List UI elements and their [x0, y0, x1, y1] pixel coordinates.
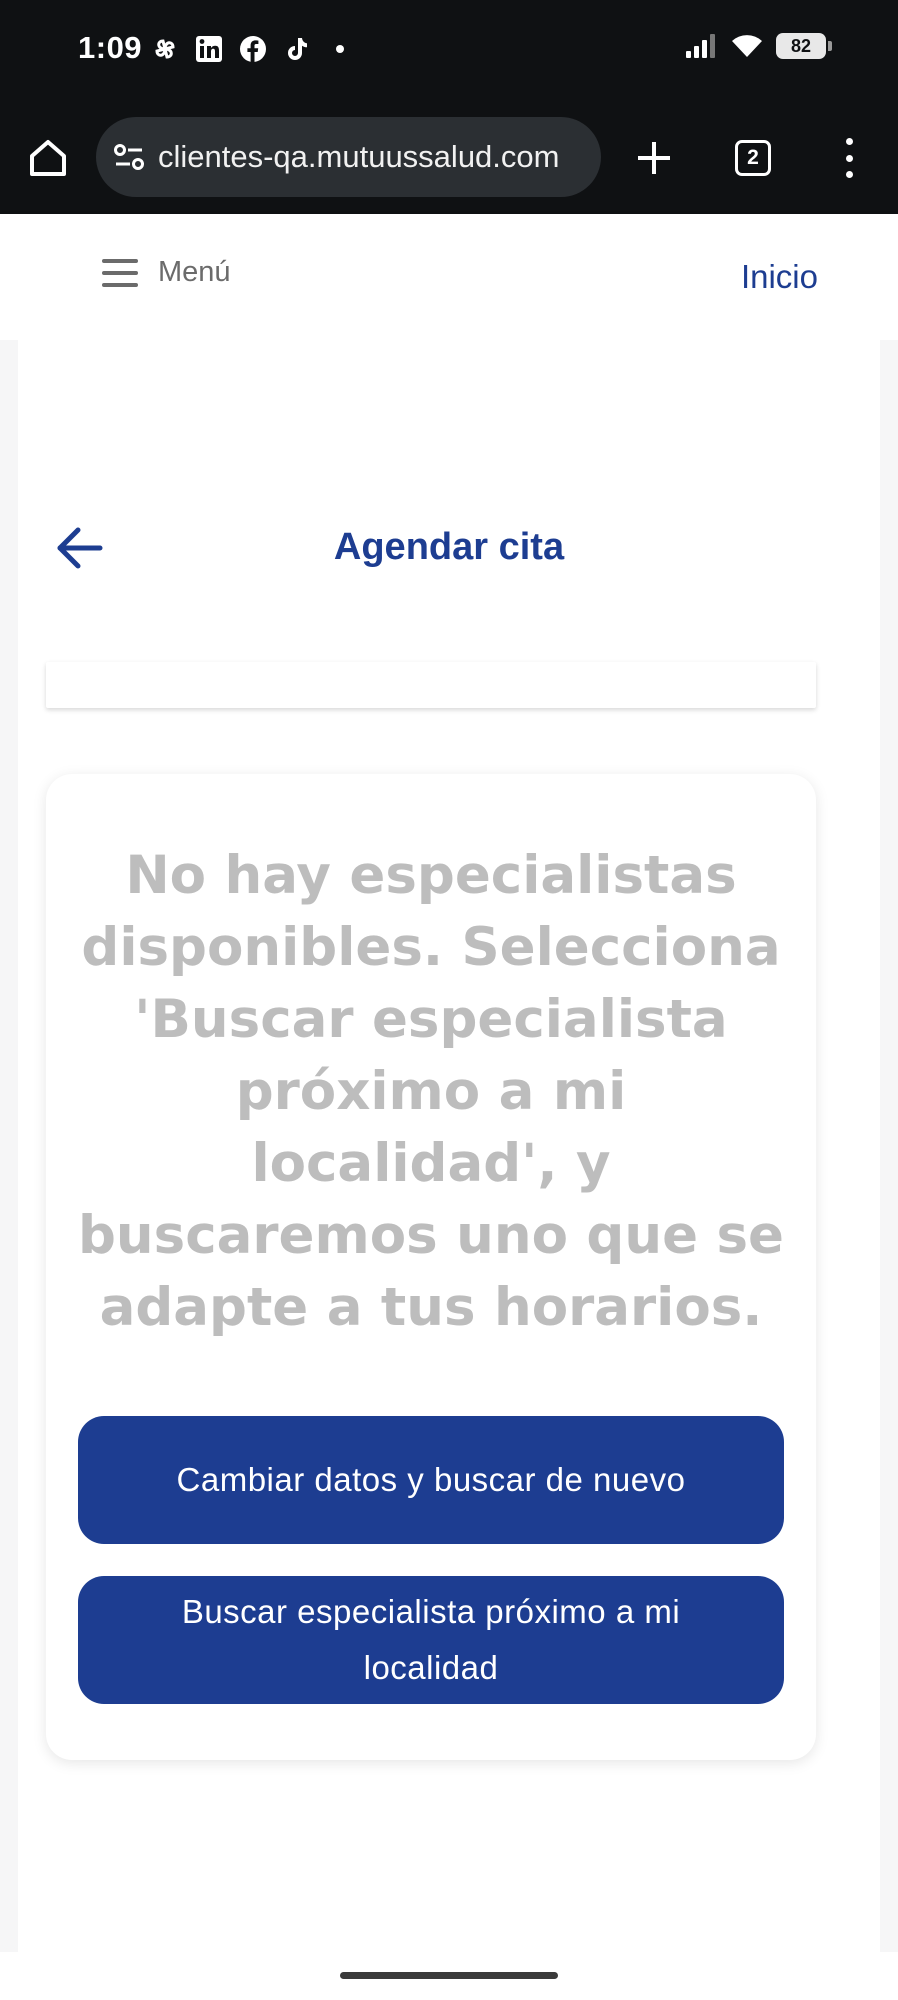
- site-settings-icon[interactable]: [112, 141, 146, 173]
- home-icon[interactable]: [26, 136, 70, 180]
- search-nearby-specialist-button[interactable]: Buscar especialista próximo a mi localid…: [78, 1576, 784, 1704]
- facebook-icon: [238, 34, 268, 64]
- form-section-bar: [46, 662, 816, 708]
- new-tab-icon[interactable]: [634, 138, 674, 178]
- no-results-card: No hay especialistas disponibles. Selecc…: [46, 774, 816, 1760]
- notification-icons: [150, 34, 344, 64]
- battery-indicator: 82: [776, 33, 832, 59]
- status-bar: 1:09 82: [0, 0, 898, 100]
- tiktok-icon: [282, 34, 312, 64]
- url-text: clientes-qa.mutuussalud.com: [158, 139, 560, 174]
- hamburger-icon: [102, 258, 138, 287]
- more-notifications-dot: [336, 45, 344, 53]
- page-title: Agendar cita: [333, 526, 565, 568]
- wifi-icon: [732, 35, 762, 57]
- empty-state-message: No hay especialistas disponibles. Selecc…: [77, 845, 784, 1338]
- home-link[interactable]: Inicio: [741, 258, 818, 296]
- menu-label: Menú: [158, 256, 231, 288]
- tab-switcher-button[interactable]: 2: [735, 140, 771, 176]
- battery-level: 82: [790, 35, 812, 56]
- system-icons: 82: [684, 33, 832, 59]
- main-content: Agendar cita No hay especialistas dispon…: [0, 340, 898, 1952]
- menu-button[interactable]: Menú: [102, 256, 231, 289]
- change-data-button-label: Cambiar datos y buscar de nuevo: [176, 1461, 686, 1498]
- linkedin-icon: [194, 34, 224, 64]
- search-nearby-button-label: Buscar especialista próximo a mi localid…: [181, 1593, 681, 1686]
- signal-icon: [686, 34, 715, 58]
- app-header: Menú Inicio: [0, 214, 898, 340]
- change-data-search-again-button[interactable]: Cambiar datos y buscar de nuevo: [78, 1416, 784, 1544]
- tab-count: 2: [747, 146, 759, 169]
- status-time: 1:09: [78, 30, 143, 65]
- more-options-icon[interactable]: [843, 138, 855, 178]
- address-bar[interactable]: clientes-qa.mutuussalud.com: [96, 117, 601, 197]
- browser-toolbar: clientes-qa.mutuussalud.com 2: [0, 100, 898, 214]
- home-gesture-handle[interactable]: [340, 1972, 558, 1979]
- pinwheel-icon: [150, 34, 180, 64]
- navigation-bar: [0, 1952, 898, 2000]
